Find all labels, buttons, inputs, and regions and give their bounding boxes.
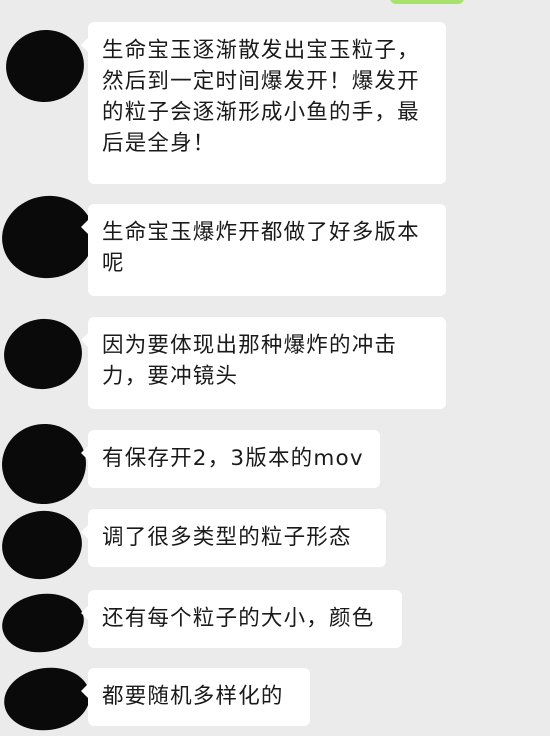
outgoing-message-bubble-fragment: [390, 0, 464, 4]
avatar[interactable]: [0, 662, 94, 736]
avatar[interactable]: [1, 24, 89, 108]
message-bubble[interactable]: 还有每个粒子的大小，颜色: [81, 590, 402, 648]
message-bubble[interactable]: 生命宝玉爆炸开都做了好多版本呢: [81, 204, 446, 296]
avatar[interactable]: [0, 418, 92, 510]
message-bubble[interactable]: 生命宝玉逐渐散发出宝玉粒子，然后到一定时间爆发开！爆发开的粒子会逐渐形成小鱼的手…: [81, 22, 446, 184]
avatar[interactable]: [0, 313, 87, 395]
message-bubble[interactable]: 都要随机多样化的: [81, 668, 310, 726]
avatar[interactable]: [0, 505, 87, 585]
message-bubble[interactable]: 调了很多类型的粒子形态: [81, 509, 386, 567]
avatar[interactable]: [0, 588, 88, 658]
chat-history[interactable]: 生命宝玉逐渐散发出宝玉粒子，然后到一定时间爆发开！爆发开的粒子会逐渐形成小鱼的手…: [0, 0, 550, 736]
message-bubble[interactable]: 因为要体现出那种爆炸的冲击力，要冲镜头: [81, 317, 446, 409]
message-bubble[interactable]: 有保存开2，3版本的mov: [81, 430, 380, 488]
avatar[interactable]: [0, 189, 100, 285]
